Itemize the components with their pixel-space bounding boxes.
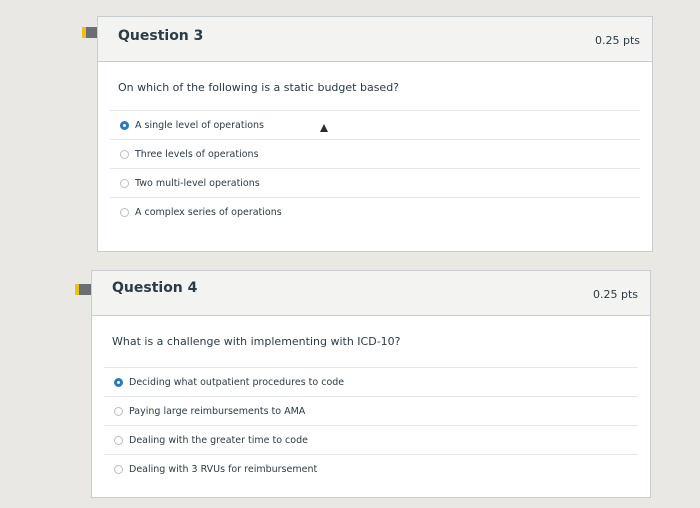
answer-list: Deciding what outpatient procedures to c… (104, 367, 638, 483)
question-title: Question 4 (112, 280, 198, 296)
answer-option[interactable]: Dealing with 3 RVUs for reimbursement (104, 454, 638, 483)
radio-button-selected[interactable] (114, 377, 123, 387)
radio-button[interactable] (114, 464, 123, 474)
answer-list: A single level of operations Three level… (110, 110, 640, 226)
answer-label: Three levels of operations (135, 148, 259, 160)
question-points: 0.25 pts (592, 288, 638, 301)
answer-label: A complex series of operations (135, 206, 282, 218)
answer-option[interactable]: Three levels of operations (110, 139, 640, 168)
answer-label: Dealing with 3 RVUs for reimbursement (129, 463, 318, 475)
question-header: Question 3 0.25 pts (98, 17, 652, 62)
answer-option[interactable]: Two multi-level operations (110, 168, 640, 197)
answer-option[interactable]: Deciding what outpatient procedures to c… (104, 367, 638, 396)
radio-button[interactable] (120, 149, 129, 159)
flag-question-icon[interactable] (75, 284, 97, 295)
radio-button[interactable] (120, 207, 129, 217)
question-points: 0.25 pts (594, 34, 640, 47)
flag-stripe (82, 27, 86, 38)
answer-label: A single level of operations (135, 119, 265, 131)
answer-option[interactable]: A single level of operations (110, 110, 640, 139)
answer-label: Paying large reimbursements to AMA (129, 405, 306, 417)
question-4-card: Question 4 0.25 pts What is a challenge … (91, 270, 651, 498)
question-title: Question 3 (118, 28, 204, 44)
answer-label: Deciding what outpatient procedures to c… (129, 376, 345, 388)
flag-question-icon[interactable] (82, 27, 104, 38)
radio-button[interactable] (114, 406, 123, 416)
answer-option[interactable]: A complex series of operations (110, 197, 640, 226)
radio-button[interactable] (114, 435, 123, 445)
question-prompt: What is a challenge with implementing wi… (112, 335, 401, 348)
question-header: Question 4 0.25 pts (92, 271, 650, 316)
radio-button-selected[interactable] (120, 120, 129, 130)
flag-stripe (75, 284, 79, 295)
answer-label: Two multi-level operations (135, 177, 260, 189)
answer-option[interactable]: Paying large reimbursements to AMA (104, 396, 638, 425)
answer-option[interactable]: Dealing with the greater time to code (104, 425, 638, 454)
question-3-card: Question 3 0.25 pts On which of the foll… (97, 16, 653, 252)
answer-label: Dealing with the greater time to code (129, 434, 308, 446)
radio-button[interactable] (120, 178, 129, 188)
question-prompt: On which of the following is a static bu… (118, 81, 400, 94)
mouse-cursor-icon (320, 124, 328, 132)
